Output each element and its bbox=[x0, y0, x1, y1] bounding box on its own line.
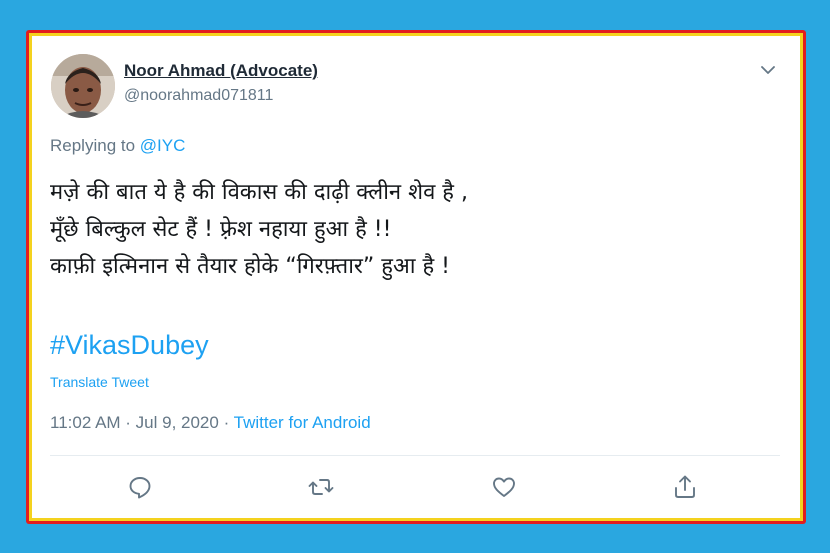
tweet-text: मज़े की बात ये है की विकास की दाढ़ी क्ली… bbox=[50, 174, 770, 285]
reply-mention-link[interactable]: @IYC bbox=[140, 136, 186, 155]
tweet-metadata: 11:02 AM · Jul 9, 2020 · Twitter for And… bbox=[50, 413, 371, 433]
tweet-line: काफ़ी इत्मिनान से तैयार होके “गिरफ़्तार”… bbox=[50, 254, 450, 279]
reply-prefix: Replying to bbox=[50, 136, 136, 155]
like-icon[interactable] bbox=[490, 473, 518, 501]
tweet-line: मूँछे बिल्कुल सेट हैं ! फ़्रेश नहाया हुआ… bbox=[50, 217, 392, 242]
tweet-card: Noor Ahmad (Advocate) @noorahmad071811 R… bbox=[32, 36, 800, 518]
author-name[interactable]: Noor Ahmad (Advocate) bbox=[124, 61, 318, 81]
author-handle[interactable]: @noorahmad071811 bbox=[124, 87, 273, 105]
hashtag-link[interactable]: #VikasDubey bbox=[50, 330, 209, 361]
retweet-icon[interactable] bbox=[307, 473, 335, 501]
tweet-timestamp[interactable]: 11:02 AM · Jul 9, 2020 · bbox=[50, 413, 234, 432]
avatar-photo bbox=[51, 54, 115, 118]
share-icon[interactable] bbox=[671, 473, 699, 501]
avatar[interactable] bbox=[51, 54, 115, 118]
replying-to: Replying to @IYC bbox=[50, 136, 185, 156]
divider bbox=[50, 455, 780, 456]
chevron-down-icon[interactable] bbox=[758, 60, 778, 80]
translate-tweet-link[interactable]: Translate Tweet bbox=[50, 374, 149, 390]
reply-icon[interactable] bbox=[126, 473, 154, 501]
tweet-source-link[interactable]: Twitter for Android bbox=[234, 413, 371, 432]
tweet-line: मज़े की बात ये है की विकास की दाढ़ी क्ली… bbox=[50, 180, 468, 205]
